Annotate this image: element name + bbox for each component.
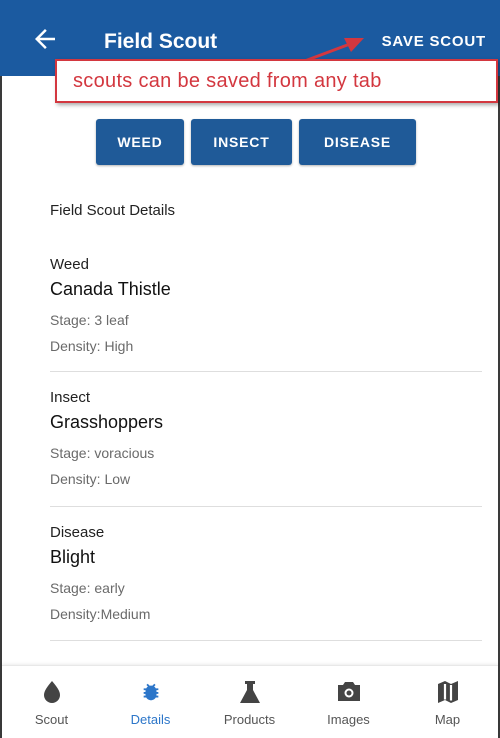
nav-label: Scout [34,712,69,727]
divider [50,371,482,372]
entry-name: Blight [50,547,96,567]
tab-disease[interactable]: DISEASE [299,119,416,165]
camera-icon [337,682,360,701]
section-title: Field Scout Details [50,202,176,219]
bug-icon [143,683,158,701]
entry-stage: Stage: voracious [50,445,155,461]
entry-density: Density: High [50,338,134,354]
nav-label: Products [223,712,276,727]
nav-label: Map [434,712,461,727]
divider [50,640,482,641]
entry-stage: Stage: early [50,580,125,596]
divider [50,506,482,507]
list-item-disease: Disease Blight Stage: early Density:Medi… [50,524,482,625]
nav-item-images[interactable]: Images [299,666,398,738]
annotation-text: scouts can be saved from any tab [73,70,382,92]
nav-item-map[interactable]: Map [398,666,497,738]
page-title: Field Scout [104,30,218,53]
nav-item-details[interactable]: Details [101,666,200,738]
annotation-callout: scouts can be saved from any tab [55,59,498,103]
nav-label: Details [130,712,171,727]
list-item-insect: Insect Grasshoppers Stage: voracious Den… [50,389,482,490]
drop-icon [43,681,60,703]
entry-category: Weed [50,256,89,273]
arrow-left-icon[interactable] [30,24,60,54]
entry-name: Grasshoppers [50,412,164,432]
map-icon [437,681,458,703]
entry-category: Disease [50,524,105,541]
entry-stage: Stage: 3 leaf [50,312,129,328]
save-scout-button[interactable]: SAVE SCOUT [382,33,486,50]
flask-icon [239,681,260,703]
entry-density: Density:Medium [50,606,151,622]
list-item-weed: Weed Canada Thistle Stage: 3 leaf Densit… [50,256,482,357]
tab-weed[interactable]: WEED [96,119,184,165]
bottom-nav: Scout Details Products Images Map [2,665,498,738]
nav-item-scout[interactable]: Scout [2,666,101,738]
screen-frame [0,0,500,738]
entry-category: Insect [50,389,91,406]
tab-insect[interactable]: INSECT [191,119,292,165]
nav-label: Images [327,712,370,727]
nav-item-products[interactable]: Products [200,666,299,738]
entry-density: Density: Low [50,471,131,487]
entry-name: Canada Thistle [50,279,171,299]
